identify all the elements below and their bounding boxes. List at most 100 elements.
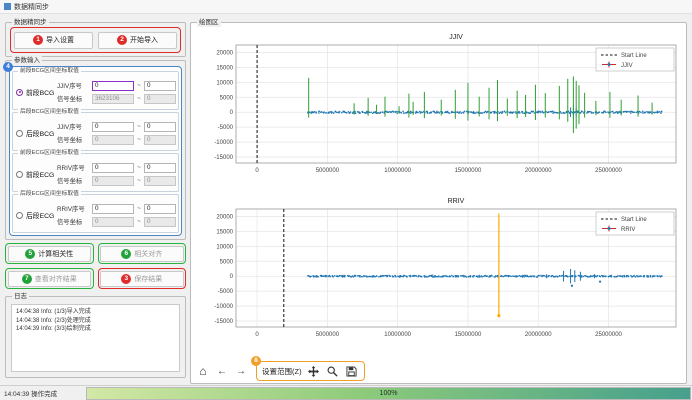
svg-text:RRIV: RRIV: [621, 227, 635, 233]
home-icon[interactable]: ⌂: [196, 364, 210, 378]
svg-text:10000: 10000: [216, 244, 233, 250]
set-range-button[interactable]: 设置范围(Z): [262, 366, 302, 377]
param-row: 信号坐标 ~: [57, 217, 176, 227]
segment-radio[interactable]: 前段BCG: [16, 87, 57, 97]
action-badge: 6: [121, 249, 131, 259]
range-start-input[interactable]: [92, 217, 134, 227]
range-separator: ~: [136, 205, 142, 212]
plot-panel-label: 绘图区: [197, 18, 221, 27]
svg-text:10000000: 10000000: [384, 168, 411, 174]
range-start-input[interactable]: [92, 122, 134, 132]
data-sync-group: 数据精同步 1 导入设置 2 开始导入: [5, 22, 186, 57]
range-end-input[interactable]: [144, 204, 176, 214]
range-end-input[interactable]: [144, 135, 176, 145]
action-label: 计算相关性: [38, 249, 73, 259]
start-import-button[interactable]: 2 开始导入: [98, 32, 177, 49]
param-section: 前段BCG区间坐标取值 前段BCG JJIV序号 ~ 信号坐标 ~: [12, 71, 179, 110]
jjiv-chart[interactable]: 0 5000000 10000000 15000000 20000000 25000000…: [196, 29, 682, 189]
svg-text:20000000: 20000000: [525, 332, 552, 338]
annotation-frame-import: 1 导入设置 2 开始导入: [10, 27, 181, 53]
range-end-input[interactable]: [144, 217, 176, 227]
svg-text:-15000: -15000: [214, 319, 233, 325]
range-separator: ~: [136, 177, 142, 184]
svg-text:5000: 5000: [220, 95, 234, 101]
action-buttons: 5 计算相关性 6 相关对齐 7 查看对齐结果 3 保存结果: [5, 243, 186, 289]
svg-text:5000000: 5000000: [316, 168, 340, 174]
range-end-input[interactable]: [144, 122, 176, 132]
log-output[interactable]: 14:04:38 Info: (1/3)导入完成14:04:38 Info: (…: [11, 304, 180, 372]
param-row-label: 信号坐标: [57, 217, 90, 226]
range-start-input[interactable]: [92, 176, 134, 186]
range-start-input[interactable]: [92, 81, 134, 91]
action-badge: 7: [22, 274, 32, 284]
svg-text:-5000: -5000: [218, 289, 234, 295]
progress-bar: 100%: [86, 387, 691, 400]
param-row: 信号坐标 ~: [57, 135, 176, 145]
svg-text:-10000: -10000: [214, 304, 233, 310]
save-icon[interactable]: [345, 364, 359, 378]
radio-icon[interactable]: [16, 130, 23, 137]
action-label: 保存结果: [134, 274, 162, 284]
annotation-frame-params: 4 前段BCG区间坐标取值 前段BCG JJIV序号 ~ 信号坐标 ~ 后段BC…: [9, 66, 182, 236]
range-start-input[interactable]: [92, 163, 134, 173]
param-row: RRIV序号 ~: [57, 163, 176, 173]
annotation-frame-action: 5 计算相关性: [5, 243, 94, 264]
segment-radio[interactable]: 后段ECG: [16, 210, 57, 220]
radio-icon[interactable]: [16, 89, 23, 96]
import-settings-button[interactable]: 1 导入设置: [14, 32, 93, 49]
plot-panel: 绘图区 050000001000000015000000200000002500…: [190, 22, 687, 384]
status-bar: 14:04:39 操作完成 100%: [0, 385, 692, 400]
range-end-input[interactable]: [144, 94, 176, 104]
correlation-align-button[interactable]: 6 相关对齐: [100, 246, 184, 262]
badge-8: 8: [251, 356, 261, 366]
zoom-icon[interactable]: [326, 364, 340, 378]
param-row-label: RRIV序号: [57, 163, 90, 172]
range-separator: ~: [136, 218, 142, 225]
save-result-button[interactable]: 3 保存结果: [100, 271, 184, 287]
param-row: JJIV序号 ~: [57, 81, 176, 91]
param-section-label: 前段BCG区间坐标取值: [18, 68, 81, 75]
svg-text:15000000: 15000000: [455, 168, 482, 174]
back-icon[interactable]: ←: [215, 364, 229, 378]
window-titlebar: 数据精同步: [0, 0, 692, 14]
segment-radio[interactable]: 前段ECG: [16, 169, 57, 179]
svg-text:JJIV: JJIV: [449, 34, 463, 41]
svg-text:RRIV: RRIV: [448, 198, 465, 205]
action-badge: 3: [121, 274, 131, 284]
range-end-input[interactable]: [144, 163, 176, 173]
svg-text:Start Line: Start Line: [621, 53, 647, 59]
svg-text:0: 0: [230, 274, 234, 280]
rriv-chart[interactable]: 0500000010000000150000002000000025000000…: [196, 193, 682, 353]
segment-radio[interactable]: 后段BCG: [16, 128, 57, 138]
range-start-input[interactable]: [92, 135, 134, 145]
range-start-input[interactable]: [92, 94, 134, 104]
radio-icon[interactable]: [16, 171, 23, 178]
svg-text:0: 0: [230, 110, 234, 116]
svg-text:20000000: 20000000: [525, 168, 552, 174]
app-icon: [4, 3, 11, 10]
app-window: 数据精同步 数据精同步 1 导入设置 2 开始导入 参数输入 4 前段BCG区间…: [0, 0, 692, 400]
pan-icon[interactable]: [307, 364, 321, 378]
range-end-input[interactable]: [144, 176, 176, 186]
svg-text:JJIV: JJIV: [621, 63, 633, 69]
log-line: 14:04:38 Info: (2/3)处理完成: [16, 317, 175, 326]
view-align-result-button[interactable]: 7 查看对齐结果: [8, 271, 92, 287]
log-group: 日志 14:04:38 Info: (1/3)导入完成14:04:38 Info…: [5, 296, 186, 378]
start-import-label: 开始导入: [130, 35, 158, 45]
svg-text:-5000: -5000: [218, 125, 234, 131]
param-row: RRIV序号 ~: [57, 204, 176, 214]
svg-text:25000000: 25000000: [595, 332, 622, 338]
radio-icon[interactable]: [16, 212, 23, 219]
forward-icon[interactable]: →: [234, 364, 248, 378]
svg-text:5000: 5000: [220, 259, 234, 265]
svg-text:Start Line: Start Line: [621, 217, 647, 223]
range-end-input[interactable]: [144, 81, 176, 91]
range-start-input[interactable]: [92, 204, 134, 214]
params-group-label: 参数输入: [12, 56, 42, 65]
calc-correlation-button[interactable]: 5 计算相关性: [8, 246, 92, 262]
badge-4: 4: [3, 62, 13, 72]
svg-text:25000000: 25000000: [595, 168, 622, 174]
badge-2: 2: [117, 35, 127, 45]
svg-text:20000: 20000: [216, 214, 233, 220]
param-section-label: 前段ECG区间坐标取值: [18, 150, 81, 157]
